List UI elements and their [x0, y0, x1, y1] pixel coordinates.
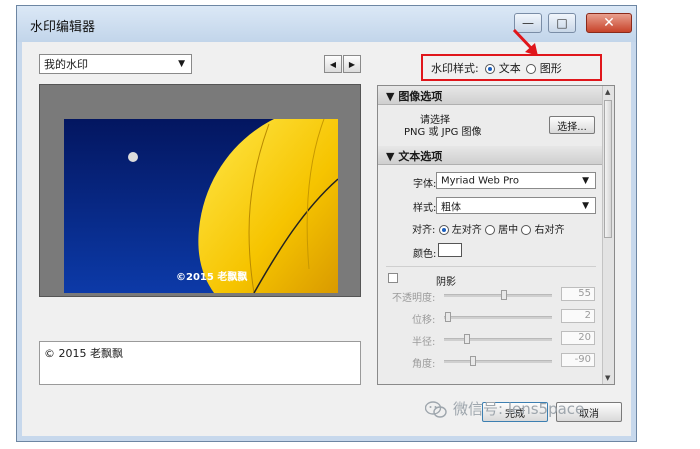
arrow-right-icon: ▶ [348, 59, 356, 69]
wechat-logo-icon [425, 400, 447, 418]
close-icon: ✕ [603, 15, 615, 31]
wechat-watermark: 微信号: lens5pace [425, 398, 584, 419]
align-left-radio[interactable] [438, 225, 449, 235]
align-group: 对齐: 左对齐 居中 右对齐 [412, 221, 565, 236]
scroll-up-icon[interactable]: ▲ [605, 88, 610, 96]
title-bar: 水印编辑器 — □ ✕ [17, 6, 636, 42]
chevron-down-icon: ▼ [178, 59, 185, 69]
preview-photo: ©2015 老飘飘 [64, 119, 338, 293]
annotation-arrow-icon [512, 28, 538, 56]
choose-image-button[interactable]: 选择... [549, 116, 595, 134]
angle-label: 角度: [412, 359, 436, 370]
window-title: 水印编辑器 [30, 20, 96, 35]
options-scrollbar[interactable]: ▲ ▼ [602, 86, 614, 384]
preview-watermark-text: ©2015 老飘飘 [176, 272, 248, 283]
offset-label: 位移: [412, 315, 436, 326]
radius-value[interactable]: 20 [561, 331, 595, 345]
style-dropdown[interactable]: 粗体 ▼ [436, 197, 596, 214]
maximize-button[interactable]: □ [548, 13, 576, 33]
close-button[interactable]: ✕ [586, 13, 632, 33]
opacity-label: 不透明度: [392, 293, 436, 304]
align-label: 对齐: [412, 225, 436, 236]
align-right-radio[interactable] [521, 225, 532, 235]
preset-dropdown-value: 我的水印 [44, 58, 88, 71]
balloon-photo-image [64, 119, 338, 293]
align-left-label: 左对齐 [451, 225, 482, 236]
text-options-title: 文本选项 [398, 150, 443, 163]
font-dropdown[interactable]: Myriad Web Pro ▼ [436, 172, 596, 189]
font-dropdown-value: Myriad Web Pro [441, 175, 519, 186]
slider-thumb[interactable] [470, 356, 476, 366]
text-options-header[interactable]: ▼ 文本选项 [378, 146, 604, 165]
shadow-checkbox[interactable] [388, 273, 398, 283]
collapse-triangle-icon: ▼ [386, 150, 395, 163]
text-color-swatch[interactable] [438, 243, 462, 257]
shadow-label: 阴影 [436, 277, 456, 288]
scrollbar-thumb[interactable] [604, 100, 612, 238]
preset-dropdown[interactable]: 我的水印 ▼ [39, 54, 192, 74]
align-center-radio[interactable] [484, 225, 495, 235]
image-options-title: 图像选项 [398, 90, 443, 103]
section-divider [386, 266, 596, 267]
offset-value[interactable]: 2 [561, 309, 595, 323]
angle-slider[interactable] [444, 356, 552, 366]
options-panel: ▼ 图像选项 请选择 PNG 或 JPG 图像 选择... ▼ 文本选项 字体:… [377, 85, 615, 385]
align-right-label: 右对齐 [534, 225, 565, 236]
watermark-text-field[interactable]: © 2015 老飘飘 [39, 341, 361, 385]
arrow-left-icon: ◀ [329, 59, 337, 69]
previous-preset-button[interactable]: ◀ [324, 55, 342, 73]
maximize-icon: □ [556, 16, 568, 30]
image-options-header[interactable]: ▼ 图像选项 [378, 86, 604, 105]
offset-slider[interactable] [444, 312, 552, 322]
preview-area: ©2015 老飘飘 [39, 84, 361, 297]
radius-label: 半径: [412, 337, 436, 348]
style-dropdown-value: 粗体 [441, 202, 461, 213]
align-center-label: 居中 [498, 225, 519, 236]
slider-thumb[interactable] [501, 290, 507, 300]
font-label: 字体: [413, 179, 437, 190]
slider-thumb[interactable] [464, 334, 470, 344]
wechat-watermark-text: 微信号: lens5pace [453, 400, 585, 418]
annotation-highlight-box [421, 54, 602, 81]
chevron-down-icon: ▼ [582, 175, 589, 186]
collapse-triangle-icon: ▼ [386, 90, 395, 103]
scroll-down-icon[interactable]: ▼ [605, 374, 610, 382]
color-label: 颜色: [413, 249, 437, 260]
radius-slider[interactable] [444, 334, 552, 344]
opacity-value[interactable]: 55 [561, 287, 595, 301]
choose-image-prompt-line2: PNG 或 JPG 图像 [404, 127, 482, 138]
opacity-slider[interactable] [444, 290, 552, 300]
chevron-down-icon: ▼ [582, 200, 589, 211]
next-preset-button[interactable]: ▶ [343, 55, 361, 73]
slider-thumb[interactable] [445, 312, 451, 322]
style-label: 样式: [413, 203, 437, 214]
angle-value[interactable]: -90 [561, 353, 595, 367]
